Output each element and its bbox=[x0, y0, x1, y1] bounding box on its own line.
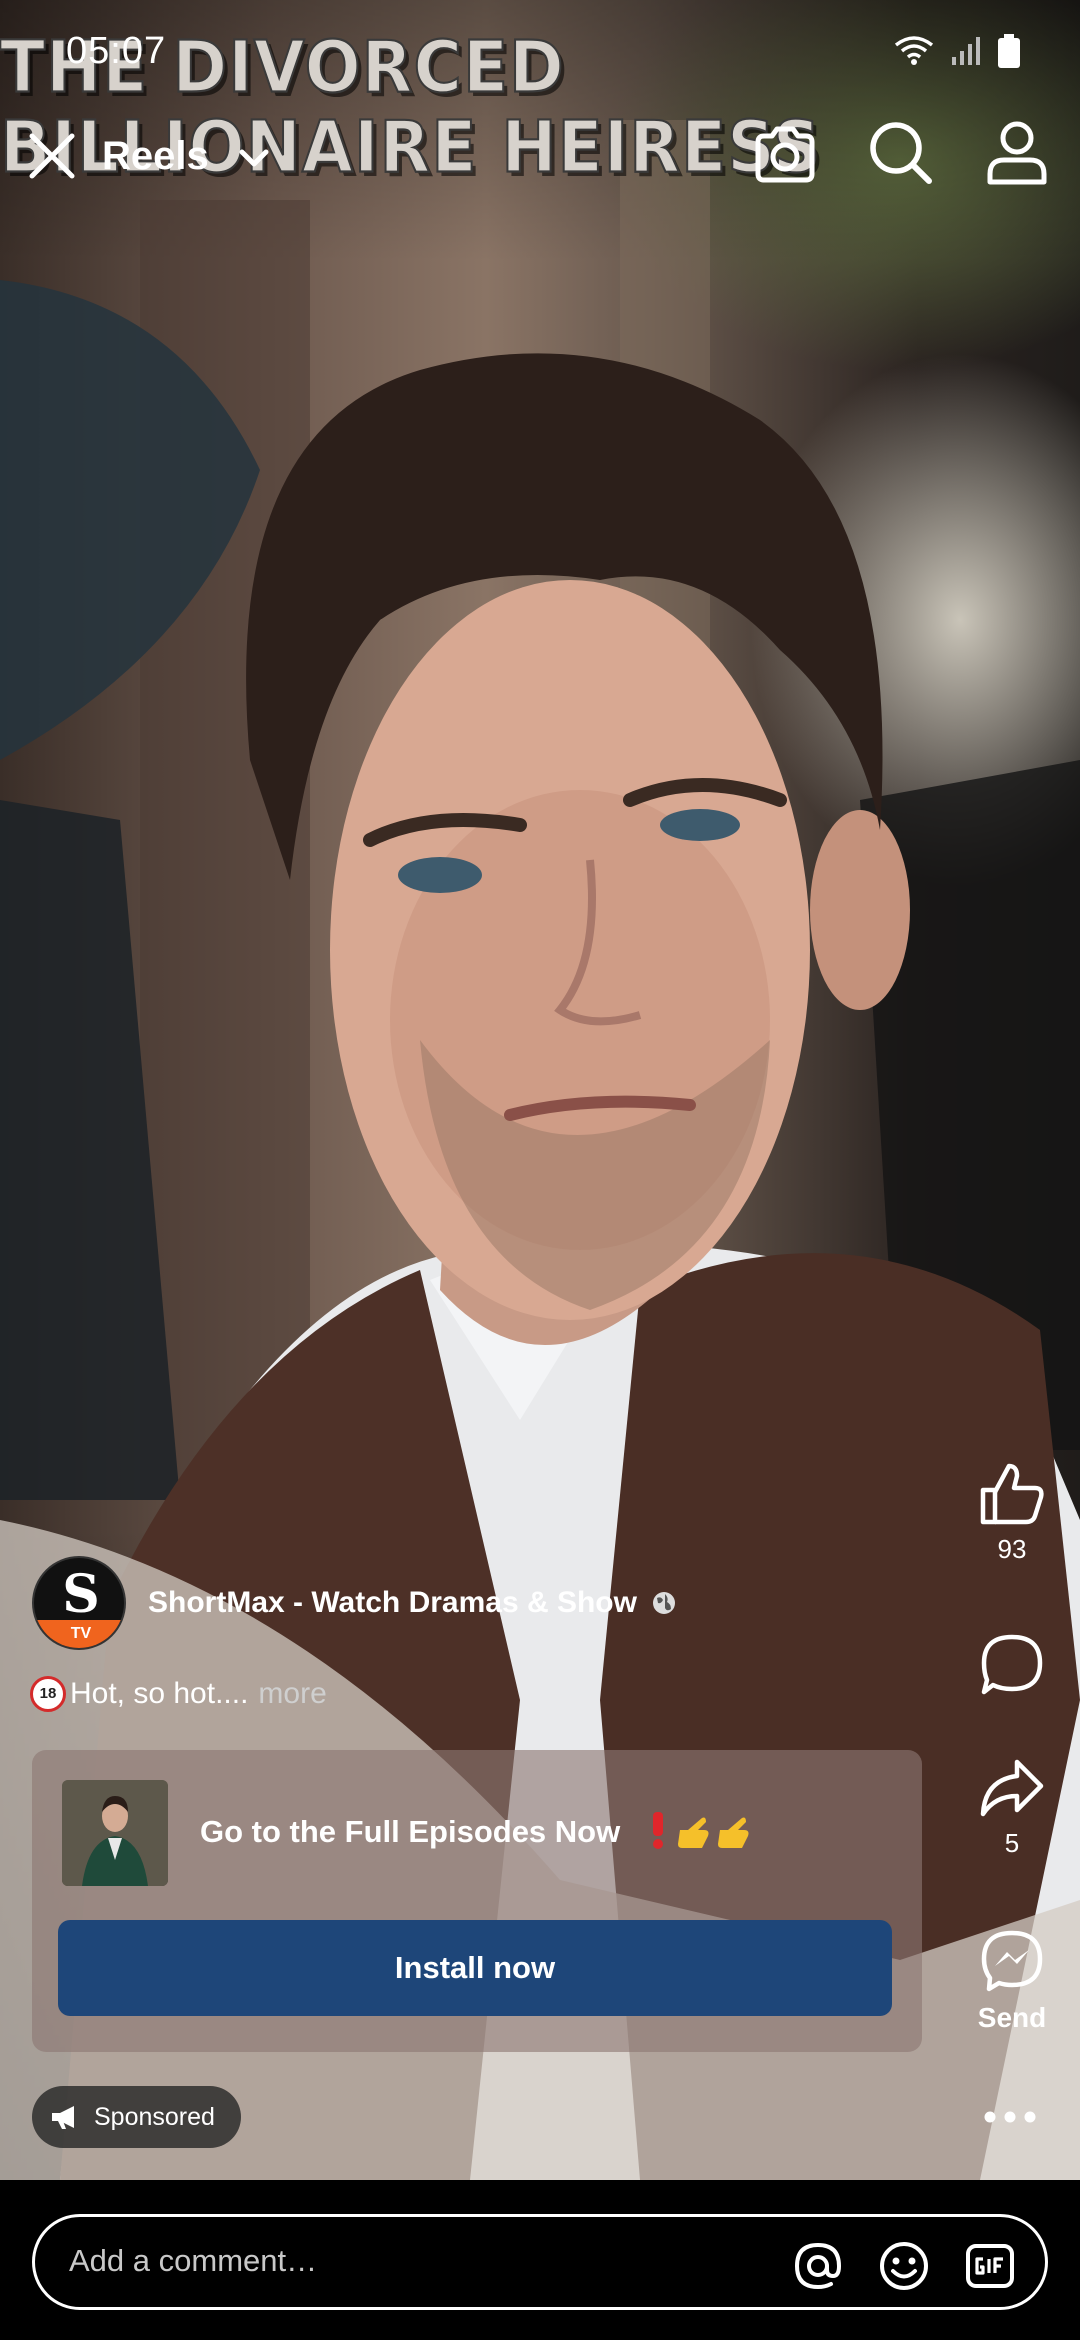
ad-card[interactable]: Go to the Full Episodes Now Install now bbox=[32, 1750, 922, 2052]
top-nav: Reels bbox=[0, 110, 1080, 200]
share-count: 5 bbox=[1004, 1828, 1020, 1858]
status-icons bbox=[894, 34, 1020, 68]
send-action[interactable]: Send bbox=[962, 1928, 1062, 2034]
comment-action[interactable] bbox=[962, 1632, 1062, 1698]
comment-input[interactable]: Add a comment… bbox=[32, 2214, 1048, 2310]
gif-icon[interactable] bbox=[963, 2239, 1017, 2293]
sponsored-badge[interactable]: Sponsored bbox=[32, 2086, 241, 2148]
profile-icon[interactable] bbox=[984, 118, 1050, 188]
like-icon[interactable] bbox=[977, 1460, 1047, 1526]
camera-icon[interactable] bbox=[752, 122, 818, 188]
caption-more-link[interactable]: more bbox=[258, 1677, 326, 1711]
more-options-icon[interactable] bbox=[982, 2102, 1038, 2132]
ad-thumbnail-image bbox=[62, 1780, 168, 1886]
messenger-icon[interactable] bbox=[979, 1928, 1045, 1994]
reels-screen: THE DIVORCED BILLIONAIRE HEIRESS 05:07 R… bbox=[0, 0, 1080, 2340]
ad-thumbnail[interactable] bbox=[62, 1780, 168, 1886]
install-now-button[interactable]: Install now bbox=[58, 1920, 892, 2016]
share-icon[interactable] bbox=[977, 1756, 1047, 1820]
comment-icon[interactable] bbox=[979, 1632, 1045, 1698]
globe-icon bbox=[652, 1592, 675, 1614]
caption[interactable]: 18 Hot, so hot.... more bbox=[30, 1676, 327, 1712]
close-icon[interactable] bbox=[24, 128, 80, 184]
like-count: 93 bbox=[997, 1534, 1027, 1564]
author-name[interactable]: ShortMax - Watch Dramas & Show bbox=[148, 1586, 637, 1620]
chevron-down-icon[interactable] bbox=[234, 144, 274, 174]
author-row[interactable]: S TV ShortMax - Watch Dramas & Show bbox=[32, 1556, 677, 1650]
search-icon[interactable] bbox=[866, 118, 936, 188]
send-label: Send bbox=[977, 2002, 1047, 2033]
megaphone-icon bbox=[52, 2106, 74, 2129]
exclamation-pointing-emoji-icon bbox=[653, 1812, 749, 1849]
avatar-letter: S bbox=[62, 1564, 100, 1625]
comment-bar: Add a comment… bbox=[0, 2182, 1080, 2340]
emoji-icon[interactable] bbox=[877, 2239, 931, 2293]
share-action[interactable]: 5 bbox=[962, 1756, 1062, 1859]
comment-placeholder: Add a comment… bbox=[69, 2243, 318, 2278]
sponsored-label: Sponsored bbox=[94, 2102, 215, 2131]
status-bar: 05:07 bbox=[0, 0, 1080, 100]
like-action[interactable]: 93 bbox=[962, 1460, 1062, 1565]
age-badge: 18 bbox=[30, 1676, 66, 1712]
signal-icon bbox=[952, 37, 980, 65]
wifi-icon bbox=[894, 36, 934, 65]
author-avatar[interactable]: S TV bbox=[32, 1556, 126, 1650]
battery-icon bbox=[998, 34, 1020, 68]
caption-text: Hot, so hot.... bbox=[70, 1677, 249, 1710]
mention-icon[interactable] bbox=[791, 2239, 845, 2293]
nav-title[interactable]: Reels bbox=[102, 134, 209, 179]
avatar-subtitle: TV bbox=[34, 1620, 124, 1648]
ad-text: Go to the Full Episodes Now bbox=[200, 1814, 621, 1849]
status-time: 05:07 bbox=[66, 30, 167, 72]
